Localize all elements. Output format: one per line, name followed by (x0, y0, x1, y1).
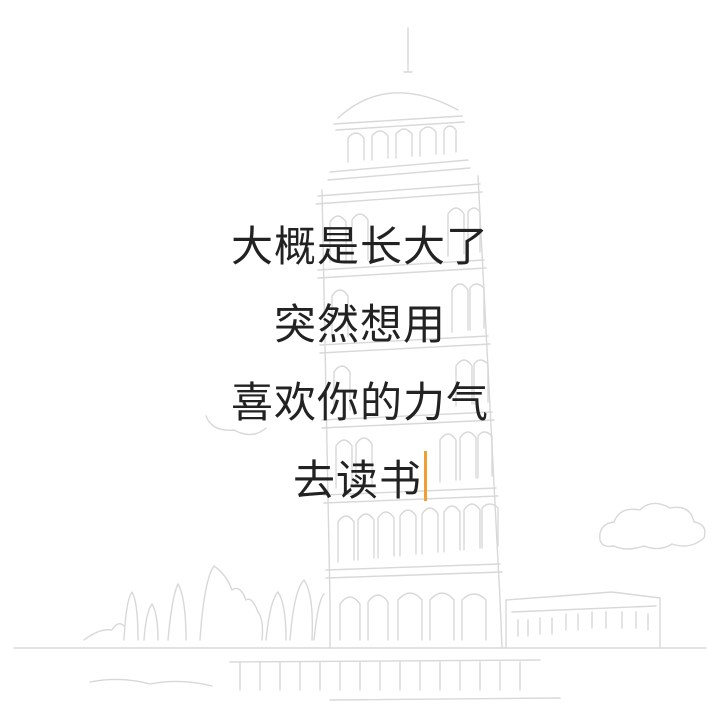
poem-line-3: 喜欢你的力气 (230, 378, 489, 427)
poem-line-4: 去读书 (0, 442, 720, 520)
poem-line-1: 大概是长大了 (230, 222, 489, 271)
poem-line-4-text: 去读书 (292, 456, 422, 505)
text-cursor (424, 451, 427, 501)
poem-text-block[interactable]: 大概是长大了 突然想用 喜欢你的力气 去读书 (0, 218, 720, 520)
poem-line-2: 突然想用 (273, 300, 446, 349)
editor-canvas[interactable]: 大概是长大了 突然想用 喜欢你的力气 去读书 (0, 0, 720, 720)
